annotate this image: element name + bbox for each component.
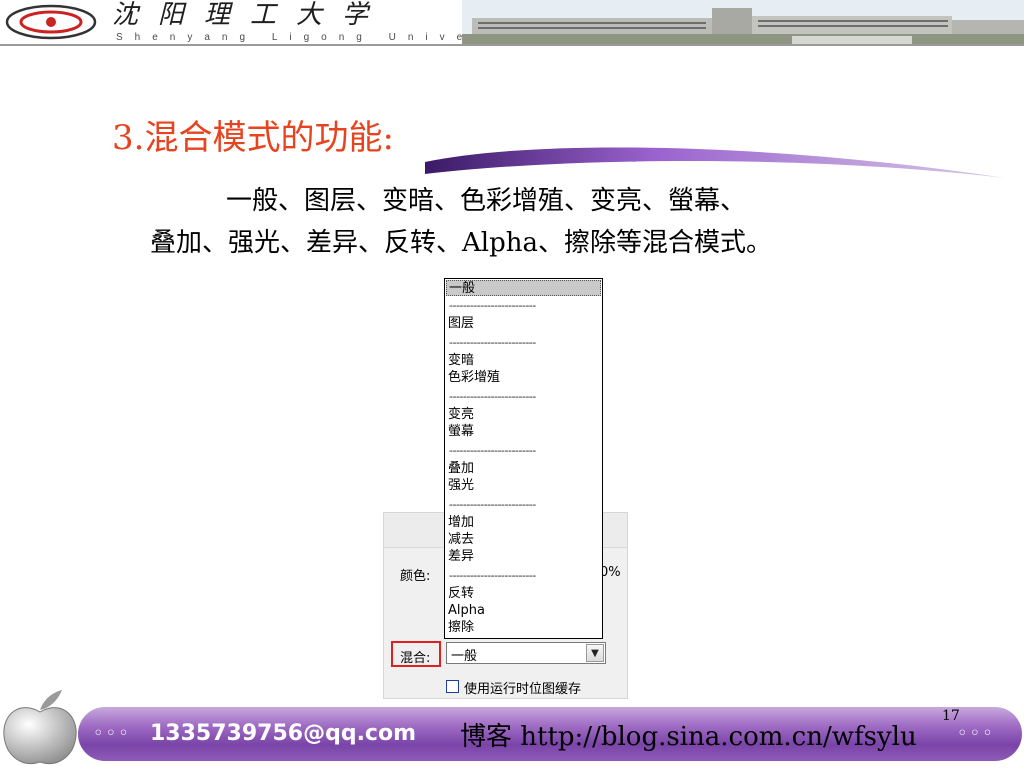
dropdown-item-multiply[interactable]: 色彩增殖 [448,370,598,386]
dropdown-item-alpha[interactable]: Alpha [448,603,598,619]
dropdown-item-lighten[interactable]: 变亮 [448,407,598,423]
dropdown-item-overlay[interactable]: 叠加 [448,461,598,477]
dropdown-separator: ------------------------- [449,299,536,312]
dropdown-item-hardlight[interactable]: 强光 [448,478,598,494]
dropdown-separator: ------------------------- [449,336,536,349]
page-number: 17 [942,708,960,724]
blend-mode-value: 一般 [451,649,478,664]
dropdown-item-layer[interactable]: 图层 [448,316,598,332]
header-divider [0,44,1024,46]
footer-blog-link[interactable]: 博客 http://blog.sina.com.cn/wfsylu [460,716,917,753]
campus-photo [462,0,1024,44]
bitmap-cache-label: 使用运行时位图缓存 [464,682,582,697]
apple-logo-icon [3,690,77,764]
dropdown-item-add[interactable]: 增加 [448,515,598,531]
blend-label: 混合: [400,651,431,666]
dropdown-item-normal[interactable]: 一般 [446,280,601,296]
dropdown-item-darken[interactable]: 变暗 [448,353,598,369]
color-label: 颜色: [400,569,431,584]
blend-mode-dropdown: 一般 ------------------------- 图层 --------… [444,278,603,639]
dropdown-separator: ------------------------- [449,569,536,582]
bitmap-cache-checkbox[interactable] [446,680,459,693]
footer-dots-right: ◦◦◦ [957,723,995,744]
dropdown-separator: ------------------------- [449,444,536,457]
dropdown-item-invert[interactable]: 反转 [448,586,598,602]
color-alpha-value: 0% [600,565,621,580]
university-name: 沈阳理工大学 Shenyang Ligong University [112,0,541,44]
footer-dots-left: ◦◦◦ [93,723,131,744]
dropdown-item-erase[interactable]: 擦除 [448,620,598,636]
dropdown-item-subtract[interactable]: 减去 [448,532,598,548]
footer-email: 1335739756@qq.com [150,721,417,746]
dropdown-separator: ------------------------- [449,390,536,403]
university-name-cn: 沈阳理工大学 [112,0,389,30]
header-banner: 沈阳理工大学 Shenyang Ligong University [0,0,1024,46]
slide-title: 3.混合模式的功能: [112,118,394,158]
description-line-1: 一般、图层、变暗、色彩增殖、变亮、螢幕、 [226,186,747,216]
chevron-down-icon[interactable]: ▼ [586,644,604,662]
university-logo-icon [5,4,97,40]
dropdown-item-screen[interactable]: 螢幕 [448,424,598,440]
description-line-2: 叠加、强光、差异、反转、Alpha、擦除等混合模式。 [150,228,772,258]
blend-mode-select[interactable]: 一般 ▼ [446,642,606,664]
dropdown-separator: ------------------------- [449,498,536,511]
dropdown-item-difference[interactable]: 差异 [448,549,598,565]
